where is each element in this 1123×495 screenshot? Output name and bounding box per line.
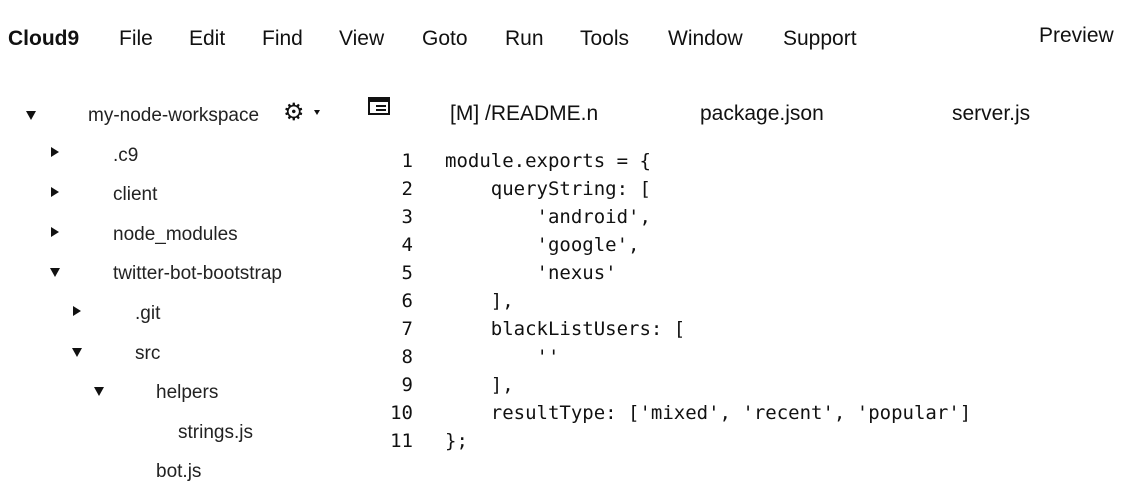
chevron-down-icon[interactable] (314, 110, 320, 115)
code-line[interactable]: }; (445, 430, 468, 452)
collapse-caret-icon[interactable] (51, 227, 59, 237)
tree-item-twitter-bot-bootstrap[interactable]: twitter-bot-bootstrap (113, 263, 282, 285)
expand-caret-icon[interactable] (72, 348, 82, 357)
tab-list-icon[interactable] (368, 97, 390, 115)
line-number: 3 (401, 206, 413, 228)
tab-package-json[interactable]: package.json (700, 102, 824, 126)
tab-readme[interactable]: [M] /README.n (450, 102, 598, 126)
tree-item-src[interactable]: src (135, 343, 160, 365)
collapse-caret-icon[interactable] (51, 187, 59, 197)
menu-goto[interactable]: Goto (422, 27, 468, 51)
line-number: 5 (401, 262, 413, 284)
menu-file[interactable]: File (119, 27, 153, 51)
line-number: 6 (401, 290, 413, 312)
code-line[interactable]: ], (445, 290, 514, 312)
collapse-caret-icon[interactable] (73, 306, 81, 316)
expand-caret-icon[interactable] (50, 268, 60, 277)
tab-server-js[interactable]: server.js (952, 102, 1030, 126)
code-line[interactable]: ], (445, 374, 514, 396)
line-number: 7 (401, 318, 413, 340)
tree-workspace-root[interactable]: my-node-workspace (88, 105, 259, 127)
line-number: 1 (401, 150, 413, 172)
code-line[interactable]: 'nexus' (445, 262, 617, 284)
menu-view[interactable]: View (339, 27, 384, 51)
menu-bar: Cloud9 File Edit Find View Goto Run Tool… (0, 0, 1123, 80)
menu-edit[interactable]: Edit (189, 27, 225, 51)
menu-window[interactable]: Window (668, 27, 743, 51)
menu-run[interactable]: Run (505, 27, 544, 51)
tree-item-git[interactable]: .git (135, 303, 160, 325)
code-line[interactable]: 'android', (445, 206, 651, 228)
line-number: 4 (401, 234, 413, 256)
menu-tools[interactable]: Tools (580, 27, 629, 51)
line-number: 11 (390, 430, 413, 452)
tree-item-client[interactable]: client (113, 184, 157, 206)
line-number: 8 (401, 346, 413, 368)
gear-icon[interactable]: ⚙ (283, 101, 305, 125)
code-line[interactable]: blackListUsers: [ (445, 318, 685, 340)
preview-button[interactable]: Preview (1039, 24, 1114, 48)
tree-file-strings-js[interactable]: strings.js (178, 422, 253, 444)
expand-caret-icon[interactable] (26, 111, 36, 120)
tree-item-helpers[interactable]: helpers (156, 382, 218, 404)
app-logo[interactable]: Cloud9 (8, 27, 79, 51)
expand-caret-icon[interactable] (94, 387, 104, 396)
code-line[interactable]: 'google', (445, 234, 640, 256)
tree-file-bot-js[interactable]: bot.js (156, 461, 201, 483)
menu-support[interactable]: Support (783, 27, 857, 51)
tree-item-c9[interactable]: .c9 (113, 145, 138, 167)
line-number: 10 (390, 402, 413, 424)
line-number: 2 (401, 178, 413, 200)
collapse-caret-icon[interactable] (51, 147, 59, 157)
code-line[interactable]: resultType: ['mixed', 'recent', 'popular… (445, 402, 971, 424)
code-line[interactable]: queryString: [ (445, 178, 651, 200)
code-line[interactable]: '' (445, 346, 560, 368)
code-line[interactable]: module.exports = { (445, 150, 651, 172)
line-number: 9 (401, 374, 413, 396)
menu-find[interactable]: Find (262, 27, 303, 51)
tree-item-node-modules[interactable]: node_modules (113, 224, 238, 246)
